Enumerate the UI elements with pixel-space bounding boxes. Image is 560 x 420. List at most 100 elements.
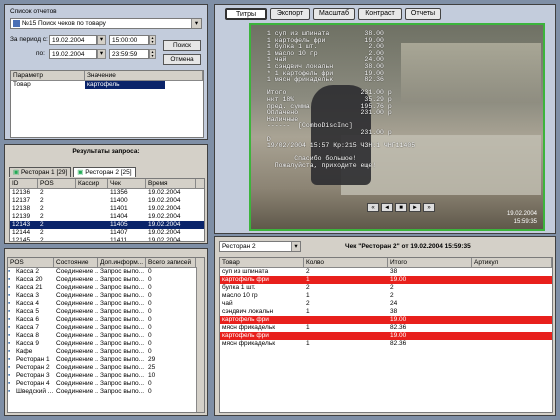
pos-row[interactable]: ▪ Касса 20 Соединение ... Запрос выпо... 0 <box>8 276 204 284</box>
table-row-cell: 12138 <box>12 205 31 212</box>
pos-row[interactable]: ▪ Ресторан 3 Соединение ... Запрос выпо... 1… <box>8 372 204 380</box>
play-icon[interactable]: ► <box>409 203 421 212</box>
search-button[interactable]: Поиск <box>163 40 201 51</box>
pos-row-cell: Запрос выпо... <box>100 276 145 283</box>
col-sum[interactable]: Итого <box>388 258 472 267</box>
receipt-row[interactable]: масло 10 гр 1 2 <box>220 292 552 300</box>
time-to-field[interactable]: 23:59:59 <box>109 49 149 59</box>
params-row[interactable]: Товар картофель <box>11 81 203 89</box>
scale-button[interactable]: Масштаб <box>313 8 355 20</box>
receipt-row[interactable]: чай 2 24 <box>220 300 552 308</box>
forward-icon[interactable]: » <box>423 203 435 212</box>
receipt-row[interactable]: мясн фрикадельк 1 82.36 <box>220 324 552 332</box>
restaurant-select[interactable]: Ресторан 2 ▾ <box>219 241 301 252</box>
col-item[interactable]: Товар <box>220 258 304 267</box>
pos-row[interactable]: ▪ Кафе Соединение ... Запрос выпо... 0 <box>8 348 204 356</box>
receipt-row[interactable]: картофель фри 19.00 <box>220 316 552 324</box>
chevron-down-icon[interactable]: ▾ <box>291 242 300 251</box>
pos-row-cell: Запрос выпо... <box>100 380 145 387</box>
table-row[interactable]: 12136 2 11356 19.02.2004 <box>10 189 204 197</box>
pos-row[interactable]: ▪ Ресторан 1 Соединение ... Запрос выпо... 2… <box>8 356 204 364</box>
pos-row[interactable]: ▪ Ресторан 2 Соединение ... Запрос выпо... 2… <box>8 364 204 372</box>
receipt-overlay-text: 1 суп из шпината 38.00 1 картофель фри 1… <box>263 30 415 169</box>
pos-row-cell: Соединение ... <box>56 388 98 395</box>
pos-row-cell: Соединение ... <box>56 292 98 299</box>
col-pos[interactable]: POS <box>38 179 76 188</box>
table-row[interactable]: 12137 2 11400 19.02.2004 <box>10 197 204 205</box>
contrast-button[interactable]: Контраст <box>358 8 402 20</box>
tab-restaurant-1[interactable]: ▣ Ресторан 1 [29] <box>9 167 72 177</box>
video-frame[interactable]: 1 суп из шпината 38.00 1 картофель фри 1… <box>249 23 545 231</box>
col-check[interactable]: Чек <box>108 179 146 188</box>
reports-button[interactable]: Отчеты <box>405 8 441 20</box>
time-from-field[interactable]: 15:00:00 <box>109 35 149 45</box>
pos-row[interactable]: ▪ Шведский ... Соединение ... Запрос выпо..… <box>8 388 204 396</box>
receipt-row-cell: 1 <box>306 276 310 283</box>
receipt-row[interactable]: мясн фрикадельк 1 82.36 <box>220 340 552 348</box>
stop-icon[interactable]: ■ <box>395 203 407 212</box>
receipt-row-cell: мясн фрикадельк <box>222 324 276 331</box>
calendar-icon[interactable]: ▾ <box>97 49 106 59</box>
table-row-cell: 12143 <box>12 221 31 228</box>
titles-button[interactable]: Титры <box>225 8 267 20</box>
table-row-cell: 2 <box>40 213 44 220</box>
receipt-row-cell: 38 <box>390 268 398 275</box>
table-row-cell: 11401 <box>110 205 128 212</box>
receipt-row-cell: 82.36 <box>390 340 407 347</box>
table-row-cell: 11405 <box>110 221 128 228</box>
date-from-field[interactable]: 19.02.2004 <box>49 35 97 45</box>
cancel-button[interactable]: Отмена <box>163 54 201 65</box>
receipt-row[interactable]: картофель фри 1 19.00 <box>220 276 552 284</box>
table-row[interactable]: 12144 2 11407 19.02.2004 <box>10 229 204 237</box>
export-button[interactable]: Экспорт <box>270 8 310 20</box>
pos-row[interactable]: ▪ Касса 5 Соединение ... Запрос выпо... 0 <box>8 308 204 316</box>
chevron-down-icon[interactable]: ▾ <box>191 19 201 28</box>
param-value[interactable]: картофель <box>85 81 165 89</box>
pos-row-cell: Соединение ... <box>56 268 98 275</box>
time-to-spin-icon[interactable]: ▴ ▾ <box>149 49 156 59</box>
col-time[interactable]: Время <box>146 179 196 188</box>
tab-restaurant-2[interactable]: ▣ Ресторан 2 [25] <box>73 167 136 177</box>
pos-row[interactable]: ▪ Касса 6 Соединение ... Запрос выпо... 0 <box>8 316 204 324</box>
params-header: Параметр Значение <box>11 71 203 81</box>
table-row[interactable]: 12138 2 11401 19.02.2004 <box>10 205 204 213</box>
period-from-label: За период с: <box>10 36 48 43</box>
col-cashier[interactable]: Кассир <box>76 179 108 188</box>
time-from-spin-icon[interactable]: ▴ ▾ <box>149 35 156 45</box>
receipt-row[interactable]: суп из шпината 2 38 <box>220 268 552 276</box>
pos-scrollbar[interactable] <box>196 267 204 412</box>
receipt-row-cell: 2 <box>306 300 310 307</box>
calendar-icon[interactable]: ▾ <box>97 35 106 45</box>
table-row[interactable]: 12145 2 11411 19.02.2004 <box>10 237 204 242</box>
col-addinfo[interactable]: Доп.информ... <box>98 258 146 267</box>
table-row-cell: 2 <box>40 189 44 196</box>
prev-icon[interactable]: ◄ <box>381 203 393 212</box>
rewind-icon[interactable]: « <box>367 203 379 212</box>
col-id[interactable]: ID <box>10 179 38 188</box>
params-col-param[interactable]: Параметр <box>11 71 85 80</box>
table-row[interactable]: 12143 2 11405 19.02.2004 <box>10 221 204 229</box>
report-select[interactable]: №15 Поиск чеков по товару ▾ <box>10 18 202 29</box>
video-panel: Титры Экспорт Масштаб Контраст Отчеты 1 … <box>214 4 556 234</box>
pos-row[interactable]: ▪ Касса 8 Соединение ... Запрос выпо... 0 <box>8 332 204 340</box>
pos-row[interactable]: ▪ Касса 4 Соединение ... Запрос выпо... 0 <box>8 300 204 308</box>
receipt-row[interactable]: булка 1 шт. 2 2 <box>220 284 552 292</box>
date-to-field[interactable]: 19.02.2004 <box>49 49 97 59</box>
params-col-value[interactable]: Значение <box>85 71 203 80</box>
receipt-table: Товар Колво Итого Артикул суп из шпината… <box>219 257 553 413</box>
pos-row[interactable]: ▪ Касса 3 Соединение ... Запрос выпо... 0 <box>8 292 204 300</box>
pos-row[interactable]: ▪ Касса 9 Соединение ... Запрос выпо... 0 <box>8 340 204 348</box>
receipt-row[interactable]: сэндвич локальн 1 38 <box>220 308 552 316</box>
col-article[interactable]: Артикул <box>472 258 552 267</box>
pos-row[interactable]: ▪ Касса 2 Соединение ... Запрос выпо... 0 <box>8 268 204 276</box>
col-total[interactable]: Всего записей <box>146 258 196 267</box>
col-pos-name[interactable]: POS <box>8 258 54 267</box>
table-row[interactable]: 12139 2 11404 19.02.2004 <box>10 213 204 221</box>
table-row-cell: 11411 <box>110 237 128 242</box>
col-state[interactable]: Состояние <box>54 258 98 267</box>
receipt-row[interactable]: картофель фри 19.00 <box>220 332 552 340</box>
pos-row[interactable]: ▪ Ресторан 4 Соединение ... Запрос выпо... 0 <box>8 380 204 388</box>
pos-row[interactable]: ▪ Касса 7 Соединение ... Запрос выпо... 0 <box>8 324 204 332</box>
col-qty[interactable]: Колво <box>304 258 388 267</box>
pos-row[interactable]: ▪ Касса 21 Соединение ... Запрос выпо... 0 <box>8 284 204 292</box>
